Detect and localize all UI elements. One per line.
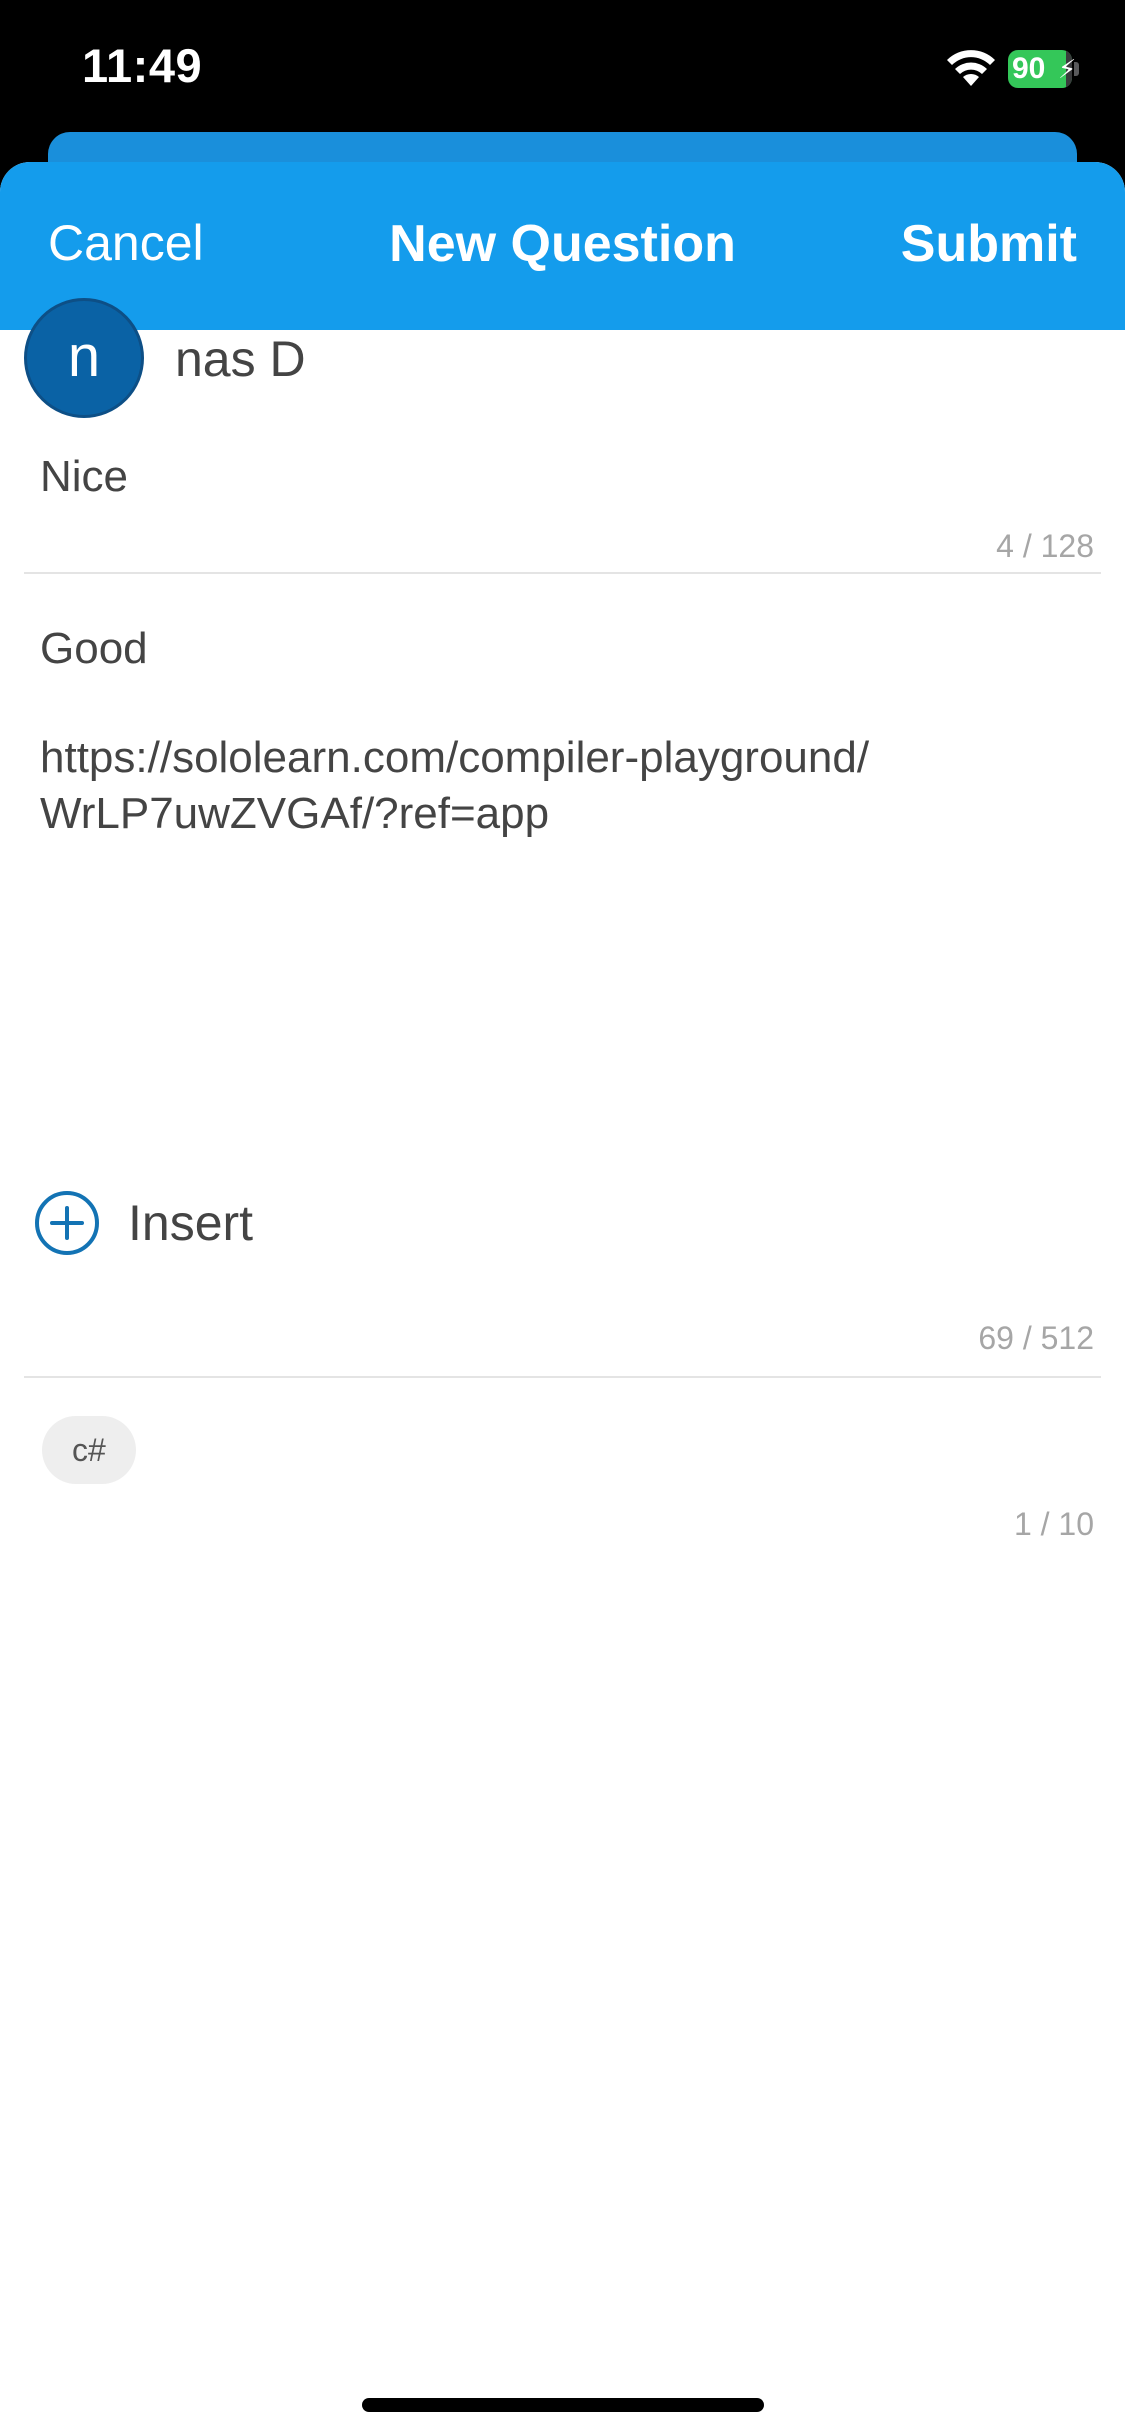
divider: [24, 1376, 1101, 1378]
tag-chip[interactable]: c#: [42, 1416, 136, 1484]
divider: [24, 572, 1101, 574]
author-name: nas D: [175, 331, 306, 387]
avatar: n: [24, 298, 144, 418]
cancel-button[interactable]: Cancel: [48, 214, 204, 272]
nav-header: Cancel New Question Submit: [0, 162, 1125, 330]
new-question-sheet: Cancel New Question Submit n nas D Nice …: [0, 162, 1125, 2436]
submit-button[interactable]: Submit: [901, 214, 1077, 274]
battery-tip: [1074, 62, 1079, 76]
insert-label: Insert: [128, 1195, 254, 1251]
tags-counter: 1 / 10: [1013, 1506, 1094, 1542]
description-link-text[interactable]: https://sololearn.com/compiler-playgroun…: [40, 730, 1040, 842]
plus-circle-icon: [35, 1191, 99, 1255]
insert-button[interactable]: Insert: [34, 1188, 253, 1258]
description-input[interactable]: Good: [40, 624, 148, 674]
description-char-counter: 69 / 512: [978, 1320, 1094, 1356]
battery-icon: 90 ⚡: [1008, 50, 1079, 88]
question-title-input[interactable]: Nice: [40, 452, 128, 502]
home-indicator: [362, 2398, 764, 2412]
title-char-counter: 4 / 128: [996, 528, 1094, 564]
wifi-icon: [947, 50, 995, 86]
status-time: 11:49: [82, 39, 203, 92]
status-bar: 11:49 90 ⚡: [0, 0, 1125, 140]
